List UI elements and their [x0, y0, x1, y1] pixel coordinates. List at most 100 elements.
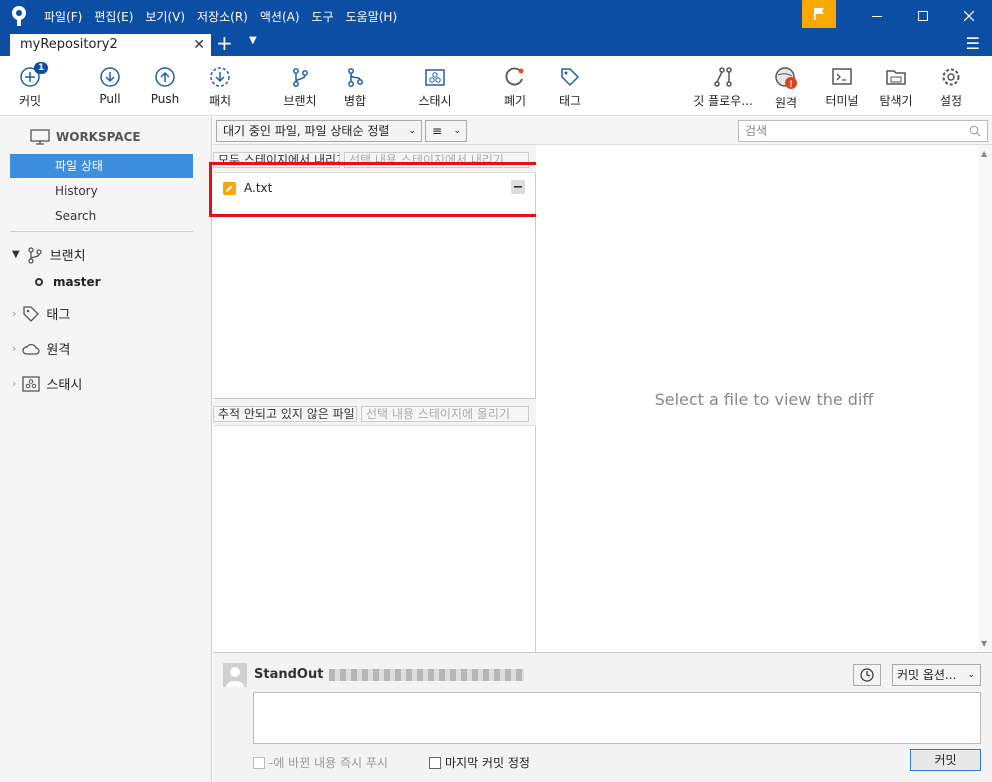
scroll-down-icon[interactable]: ▼ [981, 639, 987, 648]
merge-button[interactable]: 병합 [325, 66, 385, 109]
push-button[interactable]: Push [135, 66, 195, 106]
title-bar: 파일(F) 편집(E) 보기(V) 저장소(R) 액션(A) 도구 도움말(H) [0, 0, 992, 32]
hide-untracked-button[interactable]: 추적 안되고 있지 않은 파일 [213, 406, 357, 422]
sidebar-item-search[interactable]: Search [10, 204, 193, 228]
stash-label: 스태시 [46, 378, 83, 393]
search-placeholder: 검색 [745, 124, 768, 138]
clock-icon [860, 668, 874, 682]
push-immediately-checkbox[interactable]: -에 바뀐 내용 즉시 푸시 [253, 754, 388, 771]
settings-label: 설정 [939, 94, 963, 108]
chevron-down-icon: ⌄ [453, 126, 461, 136]
toolbar: 커밋 1 Pull Push 패치 브랜치 병합 스태시 폐기 태그 깃 플로우… [0, 56, 992, 116]
tag-label: 태그 [558, 94, 582, 108]
scroll-up-icon[interactable]: ▲ [981, 149, 987, 158]
gitflow-button[interactable]: 깃 플로우... [688, 66, 758, 109]
search-input[interactable]: 검색 [738, 120, 988, 142]
diff-panel: Select a file to view the diff ▲ ▼ [536, 145, 992, 652]
workspace-header: WORKSPACE [30, 129, 141, 145]
stage-selected-button[interactable]: 선택 내용 스테이지에 올리기 [361, 406, 529, 422]
settings-button[interactable]: 설정 [921, 66, 981, 109]
branch-icon [28, 246, 42, 264]
sidebar-group-branches[interactable]: ▼ 브랜치 [12, 245, 86, 264]
highlight-box [209, 162, 555, 217]
new-tab-button[interactable]: + [216, 33, 233, 53]
pull-button[interactable]: Pull [80, 66, 140, 106]
chevron-down-icon: ⌄ [967, 670, 975, 680]
amend-checkbox[interactable]: 마지막 커밋 정정 [429, 754, 530, 771]
commit-options-dropdown[interactable]: 커밋 옵션... ⌄ [892, 664, 981, 686]
commit-area: StandOut 커밋 옵션... ⌄ -에 바뀐 내용 즉시 푸시 마지막 커… [213, 652, 992, 782]
sidebar-item-file-status[interactable]: 파일 상태 [10, 154, 193, 178]
tag-button[interactable]: 태그 [540, 66, 600, 109]
user-icon [226, 667, 244, 687]
tab-close-icon[interactable]: ✕ [193, 34, 205, 56]
discard-icon [505, 67, 524, 86]
sidebar-group-remotes[interactable]: › 원격 [12, 339, 70, 358]
menu-view[interactable]: 보기(V) [145, 8, 185, 25]
checkbox-box [253, 756, 265, 769]
avatar [223, 663, 247, 687]
unstaged-files-header: 추적 안되고 있지 않은 파일 선택 내용 스테이지에 올리기 [213, 398, 536, 426]
sidebar-group-tags[interactable]: › 태그 [12, 304, 70, 323]
terminal-icon [832, 68, 852, 85]
branch-master-label: master [53, 275, 101, 289]
menu-tools[interactable]: 도구 [312, 8, 334, 25]
folder-icon [886, 70, 906, 85]
tab-repository[interactable]: myRepository2 ✕ [10, 34, 211, 56]
commit-button[interactable]: 커밋 [910, 749, 981, 771]
patch-label: 패치 [208, 94, 232, 108]
menu-help[interactable]: 도움말(H) [346, 8, 398, 25]
chevron-down-icon: ⌄ [408, 126, 416, 136]
commit-toolbar-button[interactable]: 커밋 [0, 66, 60, 109]
diff-scrollbar[interactable]: ▲ ▼ [978, 145, 992, 652]
commit-message-input[interactable] [253, 692, 981, 744]
gitflow-icon [714, 67, 732, 87]
sort-dropdown[interactable]: 대기 중인 파일, 파일 상태순 정렬 ⌄ [216, 120, 422, 142]
current-branch-dot-icon [35, 278, 43, 286]
commit-count-badge: 1 [34, 62, 49, 74]
maximize-button[interactable] [900, 0, 946, 32]
commit-history-button[interactable] [853, 664, 881, 686]
discard-button[interactable]: 폐기 [485, 66, 545, 109]
stash-label: 스태시 [418, 94, 452, 108]
menu-repository[interactable]: 저장소(R) [197, 8, 248, 25]
sidebar-group-stash[interactable]: › 스태시 [12, 374, 82, 393]
flag-button[interactable] [802, 0, 836, 28]
svg-text:!: ! [790, 79, 793, 89]
terminal-label: 터미널 [825, 94, 859, 108]
close-icon [964, 11, 974, 21]
maximize-icon [918, 11, 928, 21]
menu-actions[interactable]: 액션(A) [260, 8, 300, 25]
branch-item-master[interactable]: master [35, 275, 101, 289]
explorer-label: 탐색기 [879, 94, 913, 108]
view-mode-dropdown[interactable]: ≡ ⌄ [425, 120, 467, 142]
terminal-button[interactable]: 터미널 [812, 66, 872, 109]
commit-author: StandOut [254, 667, 324, 682]
branch-label: 브랜치 [283, 94, 317, 108]
branch-button[interactable]: 브랜치 [270, 66, 330, 109]
remote-button[interactable]: ! 원격 [756, 66, 816, 111]
discard-label: 폐기 [503, 94, 527, 108]
hamburger-menu-icon[interactable]: ☰ [966, 34, 980, 53]
merge-icon [348, 68, 363, 87]
close-window-button[interactable] [946, 0, 992, 32]
explorer-button[interactable]: 탐색기 [866, 66, 926, 109]
sidebar-divider [10, 231, 193, 232]
chevron-down-icon: ▼ [12, 249, 20, 260]
minimize-button[interactable] [854, 0, 900, 32]
menu-file[interactable]: 파일(F) [44, 8, 82, 25]
sidebar-item-history[interactable]: History [10, 179, 193, 203]
tab-list-dropdown-icon[interactable]: ▼ [249, 35, 257, 46]
pull-label: Pull [99, 92, 121, 106]
patch-button[interactable]: 패치 [190, 66, 250, 109]
patch-icon [210, 67, 230, 87]
sort-dropdown-value: 대기 중인 파일, 파일 상태순 정렬 [223, 124, 390, 138]
remotes-label: 원격 [46, 343, 71, 358]
search-icon [969, 125, 981, 137]
branch-icon [293, 68, 308, 87]
tab-bar: myRepository2 ✕ + ▼ ☰ [0, 32, 992, 56]
menu-edit[interactable]: 편집(E) [94, 8, 133, 25]
stash-button[interactable]: 스태시 [405, 66, 465, 109]
flag-icon [814, 8, 824, 20]
chevron-right-icon: › [12, 377, 17, 390]
